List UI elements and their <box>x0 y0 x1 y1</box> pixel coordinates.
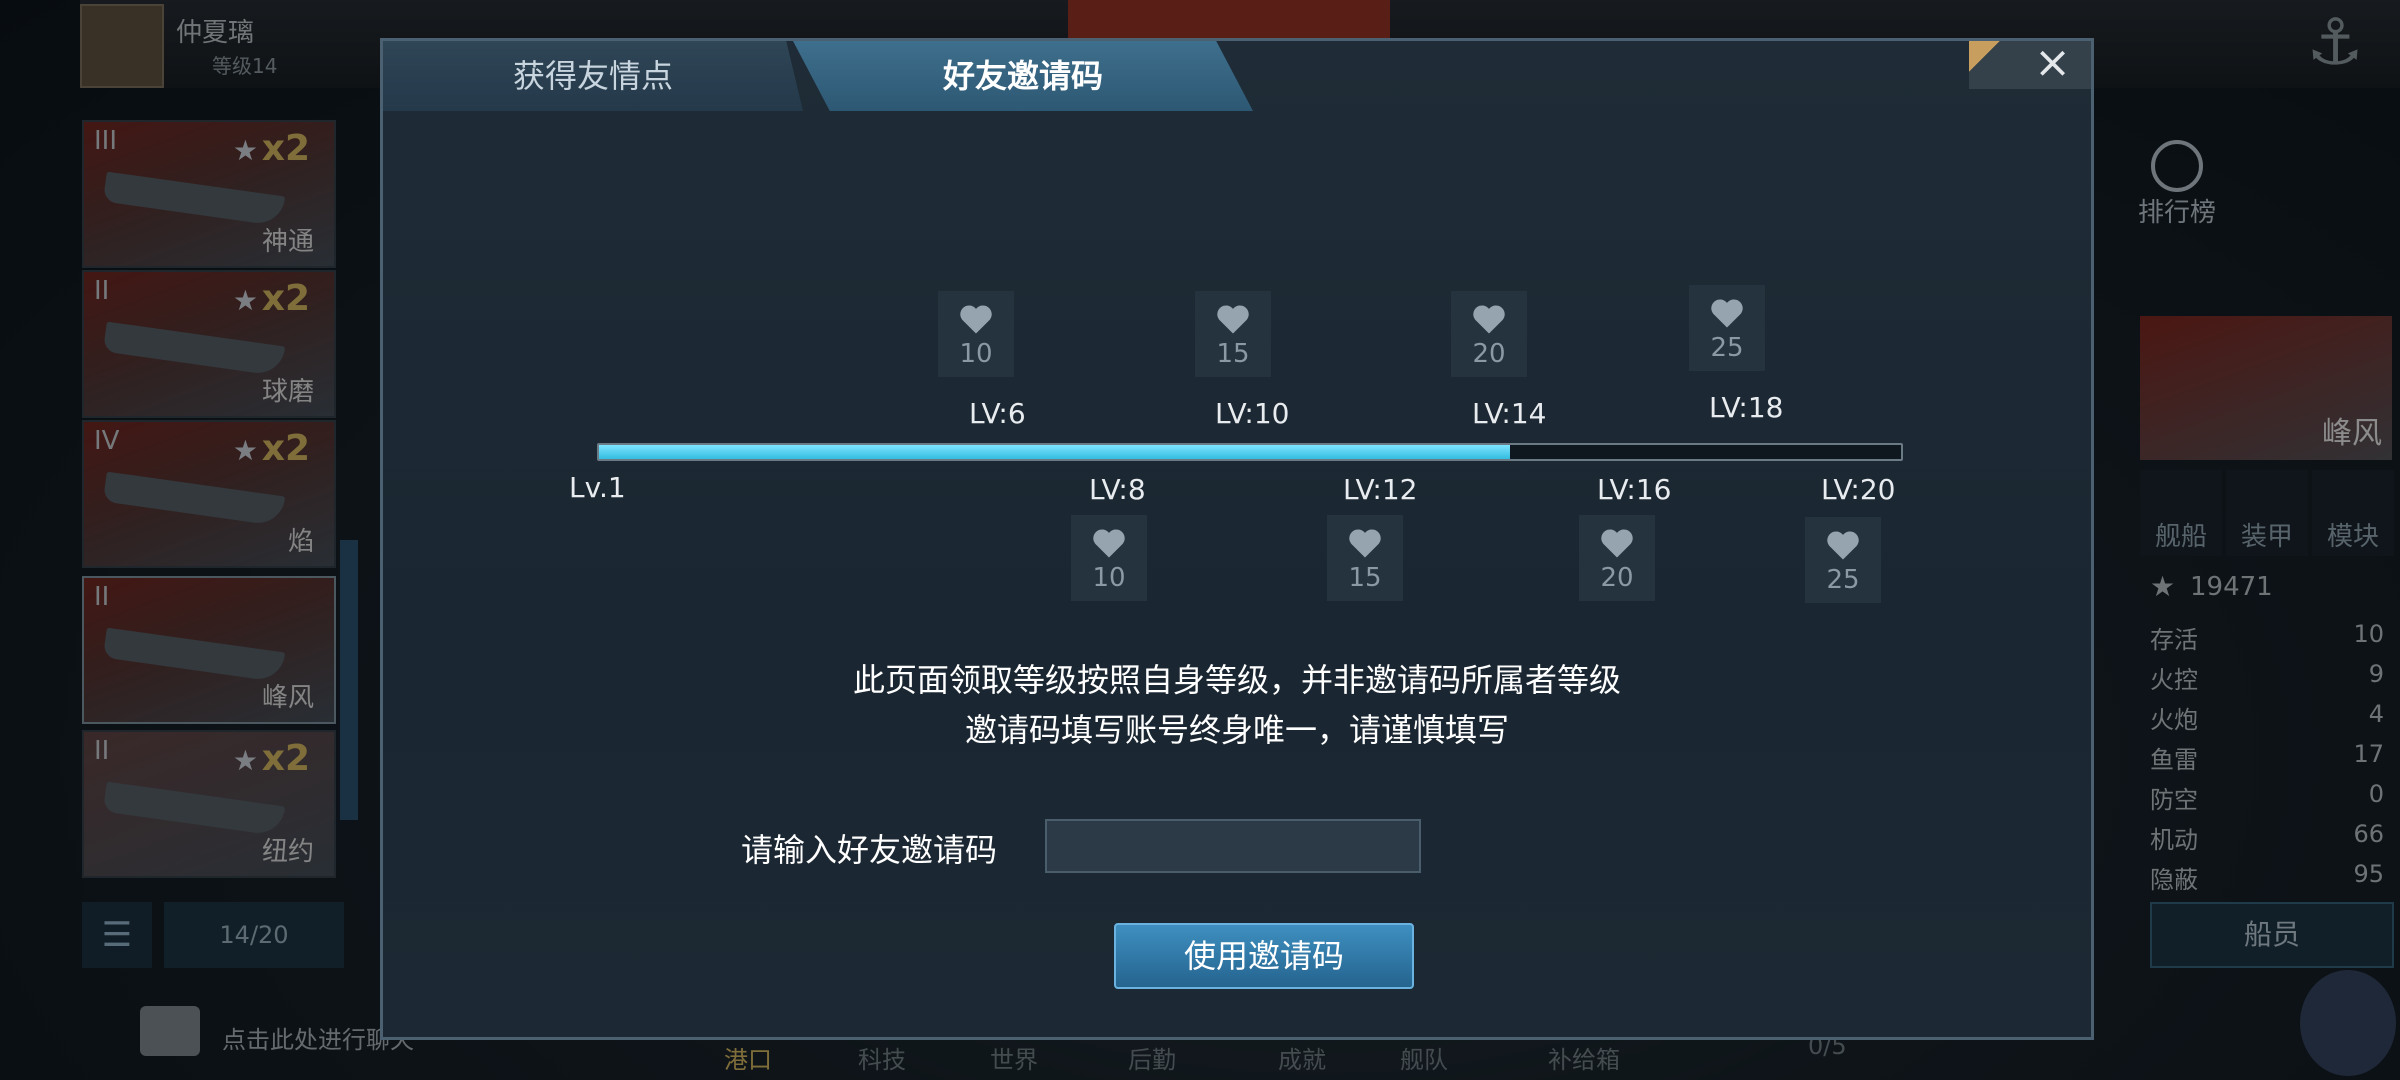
reward-amount: 10 <box>959 339 993 369</box>
reward-amount: 15 <box>1348 563 1382 593</box>
reward-amount: 25 <box>1710 333 1744 363</box>
reward-item[interactable]: 25 <box>1689 285 1765 371</box>
level-progress-bar <box>597 443 1903 461</box>
heart-icon <box>1093 529 1125 558</box>
heart-icon <box>1473 305 1505 334</box>
heart-icon <box>1601 529 1633 558</box>
heart-icon <box>960 305 992 334</box>
invite-code-label: 请输入好友邀请码 <box>741 831 998 869</box>
reward-amount: 15 <box>1216 339 1250 369</box>
invite-code-input[interactable] <box>1045 819 1421 873</box>
tab-bar: 获得友情点 好友邀请码 × <box>383 41 2091 113</box>
level-label: LV:16 <box>1597 473 1672 506</box>
start-level-label: Lv.1 <box>569 471 626 504</box>
level-label: LV:14 <box>1472 397 1547 430</box>
heart-icon <box>1349 529 1381 558</box>
heart-icon <box>1827 531 1859 560</box>
heart-icon <box>1711 299 1743 328</box>
reward-amount: 20 <box>1472 339 1506 369</box>
level-label: LV:10 <box>1215 397 1290 430</box>
reward-item[interactable]: 10 <box>938 291 1014 377</box>
reward-amount: 10 <box>1092 563 1126 593</box>
level-label: LV:12 <box>1343 473 1418 506</box>
level-rule-note: 此页面领取等级按照自身等级，并非邀请码所属者等级 <box>852 661 1621 699</box>
reward-item[interactable]: 20 <box>1579 515 1655 601</box>
close-icon[interactable]: × <box>1969 41 2091 89</box>
reward-item[interactable]: 15 <box>1195 291 1271 377</box>
reward-item[interactable]: 15 <box>1327 515 1403 601</box>
reward-item[interactable]: 10 <box>1071 515 1147 601</box>
heart-icon <box>1217 305 1249 334</box>
reward-amount: 25 <box>1826 565 1860 595</box>
use-invite-code-button[interactable]: 使用邀请码 <box>1114 923 1414 989</box>
unique-code-note: 邀请码填写账号终身唯一，请谨慎填写 <box>964 711 1509 749</box>
level-label: LV:20 <box>1821 473 1896 506</box>
tab-friendship-points[interactable]: 获得友情点 <box>383 41 803 111</box>
level-label: LV:18 <box>1709 391 1784 424</box>
level-label: LV:6 <box>969 397 1026 430</box>
level-progress-fill <box>599 445 1511 459</box>
reward-item[interactable]: 25 <box>1805 517 1881 603</box>
reward-amount: 20 <box>1600 563 1634 593</box>
invite-code-dialog: 获得友情点 好友邀请码 × 10 LV:6 15 LV:10 20 LV:14 … <box>380 38 2094 1040</box>
reward-item[interactable]: 20 <box>1451 291 1527 377</box>
tab-invite-code[interactable]: 好友邀请码 <box>793 41 1253 111</box>
level-label: LV:8 <box>1089 473 1146 506</box>
